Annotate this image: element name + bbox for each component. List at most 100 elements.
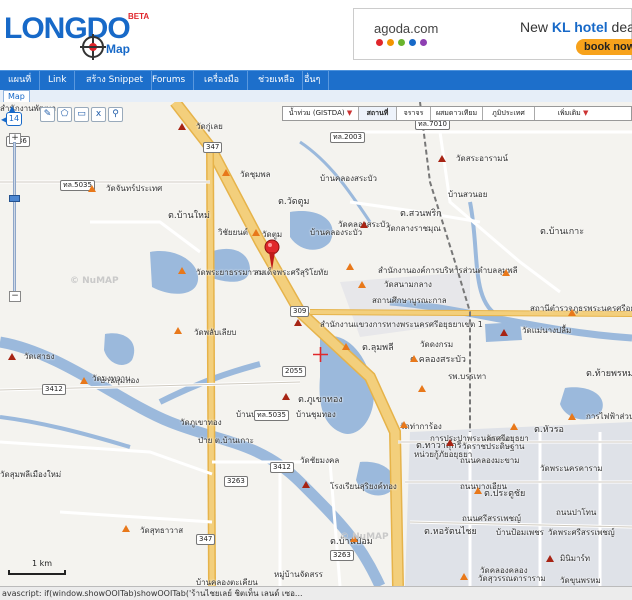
advertisement-banner[interactable]: agoda.com New KL hotel dea book now xyxy=(353,8,632,60)
draw-line-icon[interactable]: ✎ xyxy=(40,107,55,122)
poi-marker-icon[interactable] xyxy=(502,269,510,276)
map-label[interactable]: ต.คลองสระบัว xyxy=(410,352,466,366)
longdo-logo[interactable]: LONGDO xyxy=(4,12,131,46)
map-label[interactable]: วัดกลางราชมุณ xyxy=(386,222,441,235)
map-label[interactable]: วัดเสาธง xyxy=(24,350,55,363)
map-label[interactable]: ถนนคลองมะขาม xyxy=(460,454,520,467)
map-label[interactable]: วัดภูเขาทอง xyxy=(180,416,222,429)
map-label[interactable]: วัดพระศรีสรรเพชญ์ xyxy=(548,526,615,539)
map-label[interactable]: บ้านชุมทอง xyxy=(296,408,336,421)
poi-marker-icon[interactable] xyxy=(294,319,302,326)
map-label[interactable]: ต.ภูเขาทอง xyxy=(298,392,343,406)
map-label[interactable]: วัดแม่นางปลื้ม xyxy=(522,324,571,337)
map-label[interactable]: มินิมาร์ท xyxy=(560,552,590,565)
map-label[interactable]: วัดมงทวาน xyxy=(92,372,131,385)
nav-item-6[interactable]: อื่นๆ xyxy=(296,71,330,91)
map-label[interactable]: การประปาพระนครศรีอยุธยา xyxy=(430,432,529,445)
poi-marker-icon[interactable] xyxy=(546,555,554,562)
poi-marker-icon[interactable] xyxy=(438,155,446,162)
poi-marker-icon[interactable] xyxy=(302,481,310,488)
poi-marker-icon[interactable] xyxy=(446,439,454,446)
map-label[interactable]: วัดพระนครคาราม xyxy=(540,462,603,475)
poi-marker-icon[interactable] xyxy=(122,525,130,532)
poi-marker-icon[interactable] xyxy=(510,423,518,430)
map-label[interactable]: ต.ลุมพลี xyxy=(362,340,394,354)
layer-traffic-button[interactable]: จราจร xyxy=(397,107,431,120)
ad-book-now-button[interactable]: book now xyxy=(576,39,632,55)
map-label[interactable]: การไฟฟ้าส่วนภูมิภาคพระนครศรีอยุธยา xyxy=(586,410,632,423)
map-label[interactable]: วัดสระอารามน์ xyxy=(456,152,508,165)
map-label[interactable]: วิชัยยนต์ xyxy=(218,226,248,239)
base-layer-select[interactable]: น้ำท่วม (GISTDA) ▼ xyxy=(283,107,359,120)
poi-marker-icon[interactable] xyxy=(500,329,508,336)
map-label[interactable]: วัดกู่เลย xyxy=(196,120,223,133)
layer-places-button[interactable]: สถานที่ xyxy=(359,107,397,120)
pin-tool-icon[interactable]: ⚲ xyxy=(108,107,123,122)
map-label[interactable]: วัดชัยมงคล xyxy=(300,454,339,467)
map-label[interactable]: วัดขุนพรหม xyxy=(560,574,601,586)
map-label[interactable]: วัดชุมพล xyxy=(240,168,271,181)
poi-marker-icon[interactable] xyxy=(460,573,468,580)
layer-satellite-button[interactable]: ผสมดาวเทียม xyxy=(431,107,483,120)
poi-marker-icon[interactable] xyxy=(358,281,366,288)
poi-marker-icon[interactable] xyxy=(474,487,482,494)
map-label[interactable]: ต.สวนพริก xyxy=(400,206,442,220)
map-label[interactable]: ป่าย ต.บ้านเกาะ xyxy=(198,434,254,447)
map-label[interactable]: สถานีตำรวจภูธรพระนครศรีอยุธยา xyxy=(530,302,632,315)
map-label[interactable]: บ้านป้อมเพชร xyxy=(496,526,544,539)
poi-marker-icon[interactable] xyxy=(568,413,576,420)
poi-marker-icon[interactable] xyxy=(8,353,16,360)
nav-item-2[interactable]: สร้าง Snippet xyxy=(78,71,153,91)
map-label[interactable]: ต.ท้ายพรหม xyxy=(586,366,632,380)
poi-marker-icon[interactable] xyxy=(568,309,576,316)
draw-polygon-icon[interactable]: ⬠ xyxy=(57,107,72,122)
draw-rect-icon[interactable]: ▭ xyxy=(74,107,89,122)
location-pin-icon[interactable] xyxy=(262,238,282,272)
map-label[interactable]: วัดสุทธาวาส xyxy=(140,524,183,537)
tab-map[interactable]: Map xyxy=(3,90,30,102)
map-label[interactable]: โรงเรียนสุริยงค์ทอง xyxy=(330,480,397,493)
nav-item-4[interactable]: เครื่องมือ xyxy=(196,71,249,91)
map-label[interactable]: วัดดงกรม xyxy=(420,338,453,351)
map-label[interactable]: ต.บ้านใหม่ xyxy=(168,208,210,222)
poi-marker-icon[interactable] xyxy=(346,263,354,270)
map-label[interactable]: บ้านคลองสระบัว xyxy=(320,172,377,185)
map-label[interactable]: บ้านสวนอย xyxy=(448,188,487,201)
map-label[interactable]: ต.วัดตูม xyxy=(278,194,309,208)
map-label[interactable]: วัดพลับเลียบ xyxy=(194,326,236,339)
map-label[interactable]: ถนนปาโทน xyxy=(556,506,596,519)
poi-marker-icon[interactable] xyxy=(342,343,350,350)
poi-marker-icon[interactable] xyxy=(252,229,260,236)
poi-marker-icon[interactable] xyxy=(410,355,418,362)
layer-more-select[interactable]: เพิ่มเติม ▼ xyxy=(535,107,611,120)
zoom-slider-handle[interactable] xyxy=(9,195,20,202)
poi-marker-icon[interactable] xyxy=(222,169,230,176)
map-label[interactable]: หมู่บ้านจัดสรร xyxy=(274,568,323,581)
zoom-out-button[interactable]: − xyxy=(9,291,21,302)
poi-marker-icon[interactable] xyxy=(174,327,182,334)
poi-marker-icon[interactable] xyxy=(178,267,186,274)
nav-item-1[interactable]: Link xyxy=(40,71,76,91)
clear-icon[interactable]: x xyxy=(91,107,106,122)
poi-marker-icon[interactable] xyxy=(178,123,186,130)
zoom-slider-track[interactable] xyxy=(13,142,16,292)
map-label[interactable]: วัดจันทร์ประเทศ xyxy=(106,182,162,195)
map-label[interactable]: ต.หัวรอ xyxy=(534,422,564,436)
layer-terrain-button[interactable]: ภูมิประเทศ xyxy=(483,107,535,120)
poi-marker-icon[interactable] xyxy=(400,421,408,428)
map-label[interactable]: วัดสุวรรณดาราราม xyxy=(478,572,546,585)
map-label[interactable]: ต.บ้านเกาะ xyxy=(540,224,584,238)
nav-item-3[interactable]: Forums xyxy=(144,71,195,91)
poi-marker-icon[interactable] xyxy=(360,221,368,228)
map-label[interactable]: วัดสนามกลาง xyxy=(384,278,432,291)
map-label[interactable]: รพ.บรรเทา xyxy=(448,370,486,383)
nav-item-0[interactable]: แผนที่ xyxy=(0,71,41,91)
poi-marker-icon[interactable] xyxy=(418,385,426,392)
map-label[interactable]: ต.ประตูชัย xyxy=(484,486,525,500)
map-label[interactable]: สำนักงานองค์การบริหารส่วนตำบลลุมพลี xyxy=(378,264,518,277)
poi-marker-icon[interactable] xyxy=(88,185,96,192)
map-label[interactable]: ต.หอรัตนไชย xyxy=(424,524,477,538)
map-label[interactable]: สำนักงานแขวงการทางพระนครศรีอยุธยาเขต 1 xyxy=(320,318,483,331)
poi-marker-icon[interactable] xyxy=(80,377,88,384)
map-label[interactable]: วัดสุมพลีเมืองใหม่ xyxy=(0,468,61,481)
